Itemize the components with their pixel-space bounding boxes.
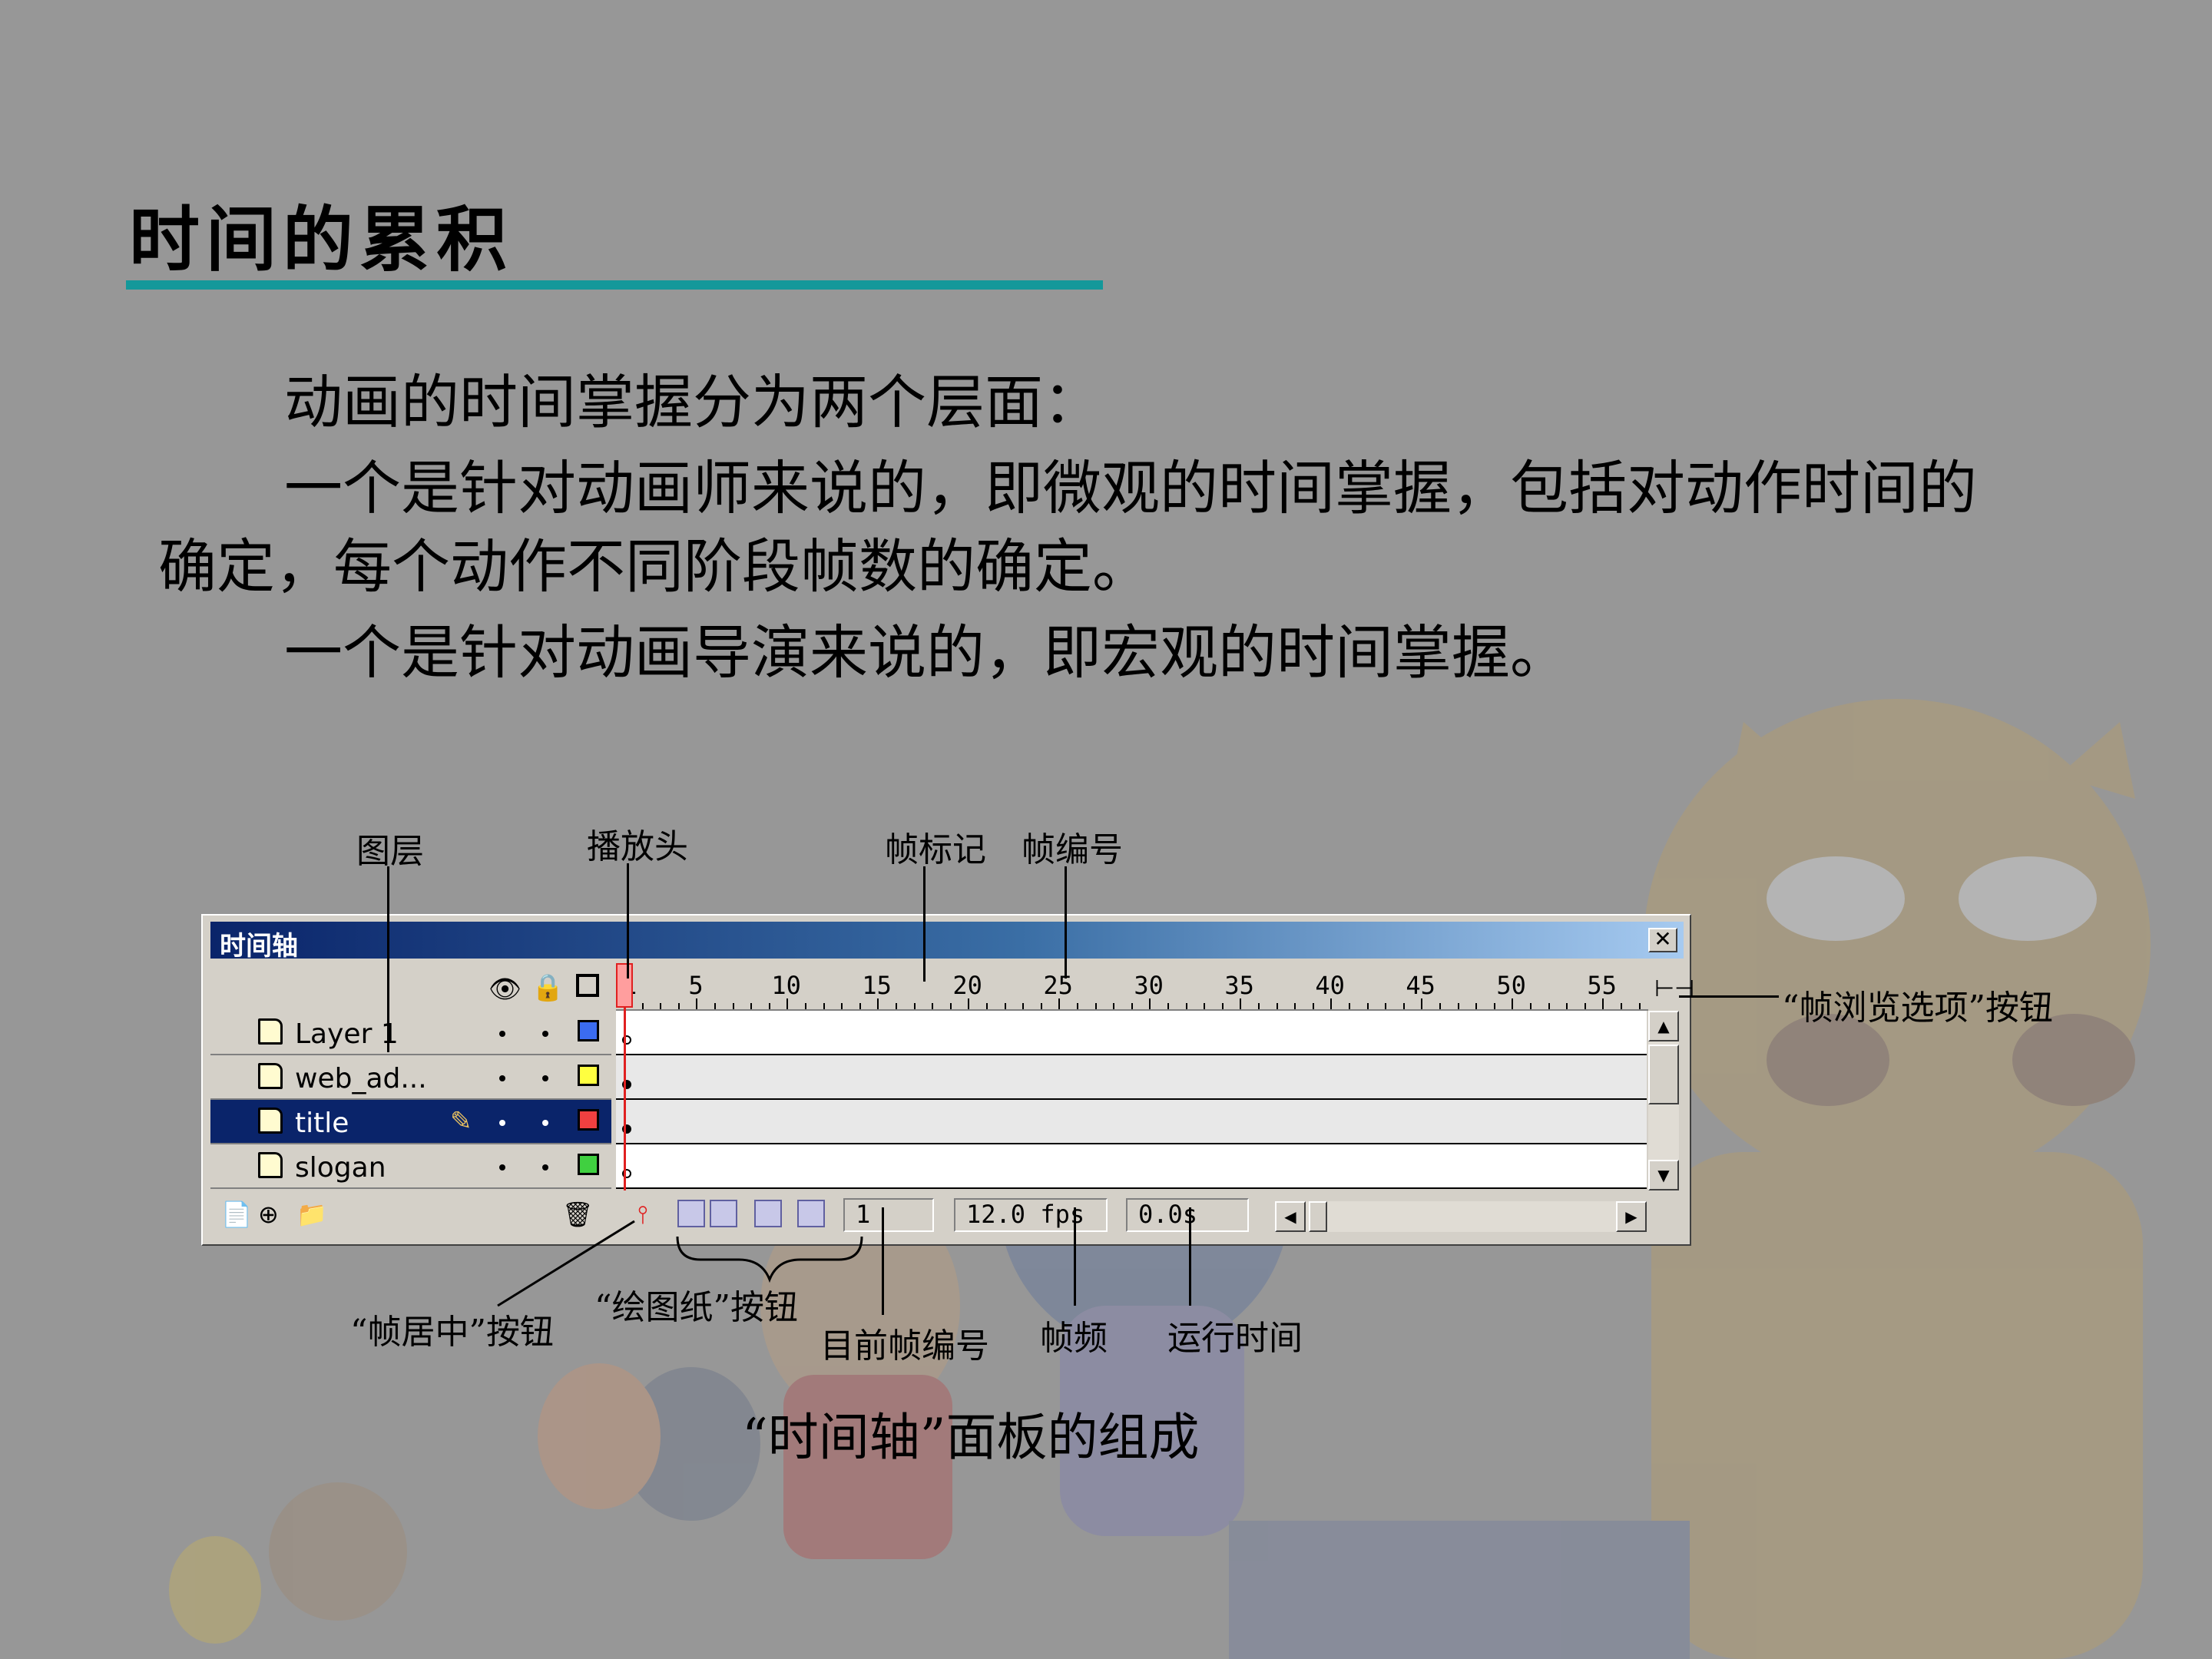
figure-caption: “时间轴”面板的组成 <box>742 1408 1200 1467</box>
